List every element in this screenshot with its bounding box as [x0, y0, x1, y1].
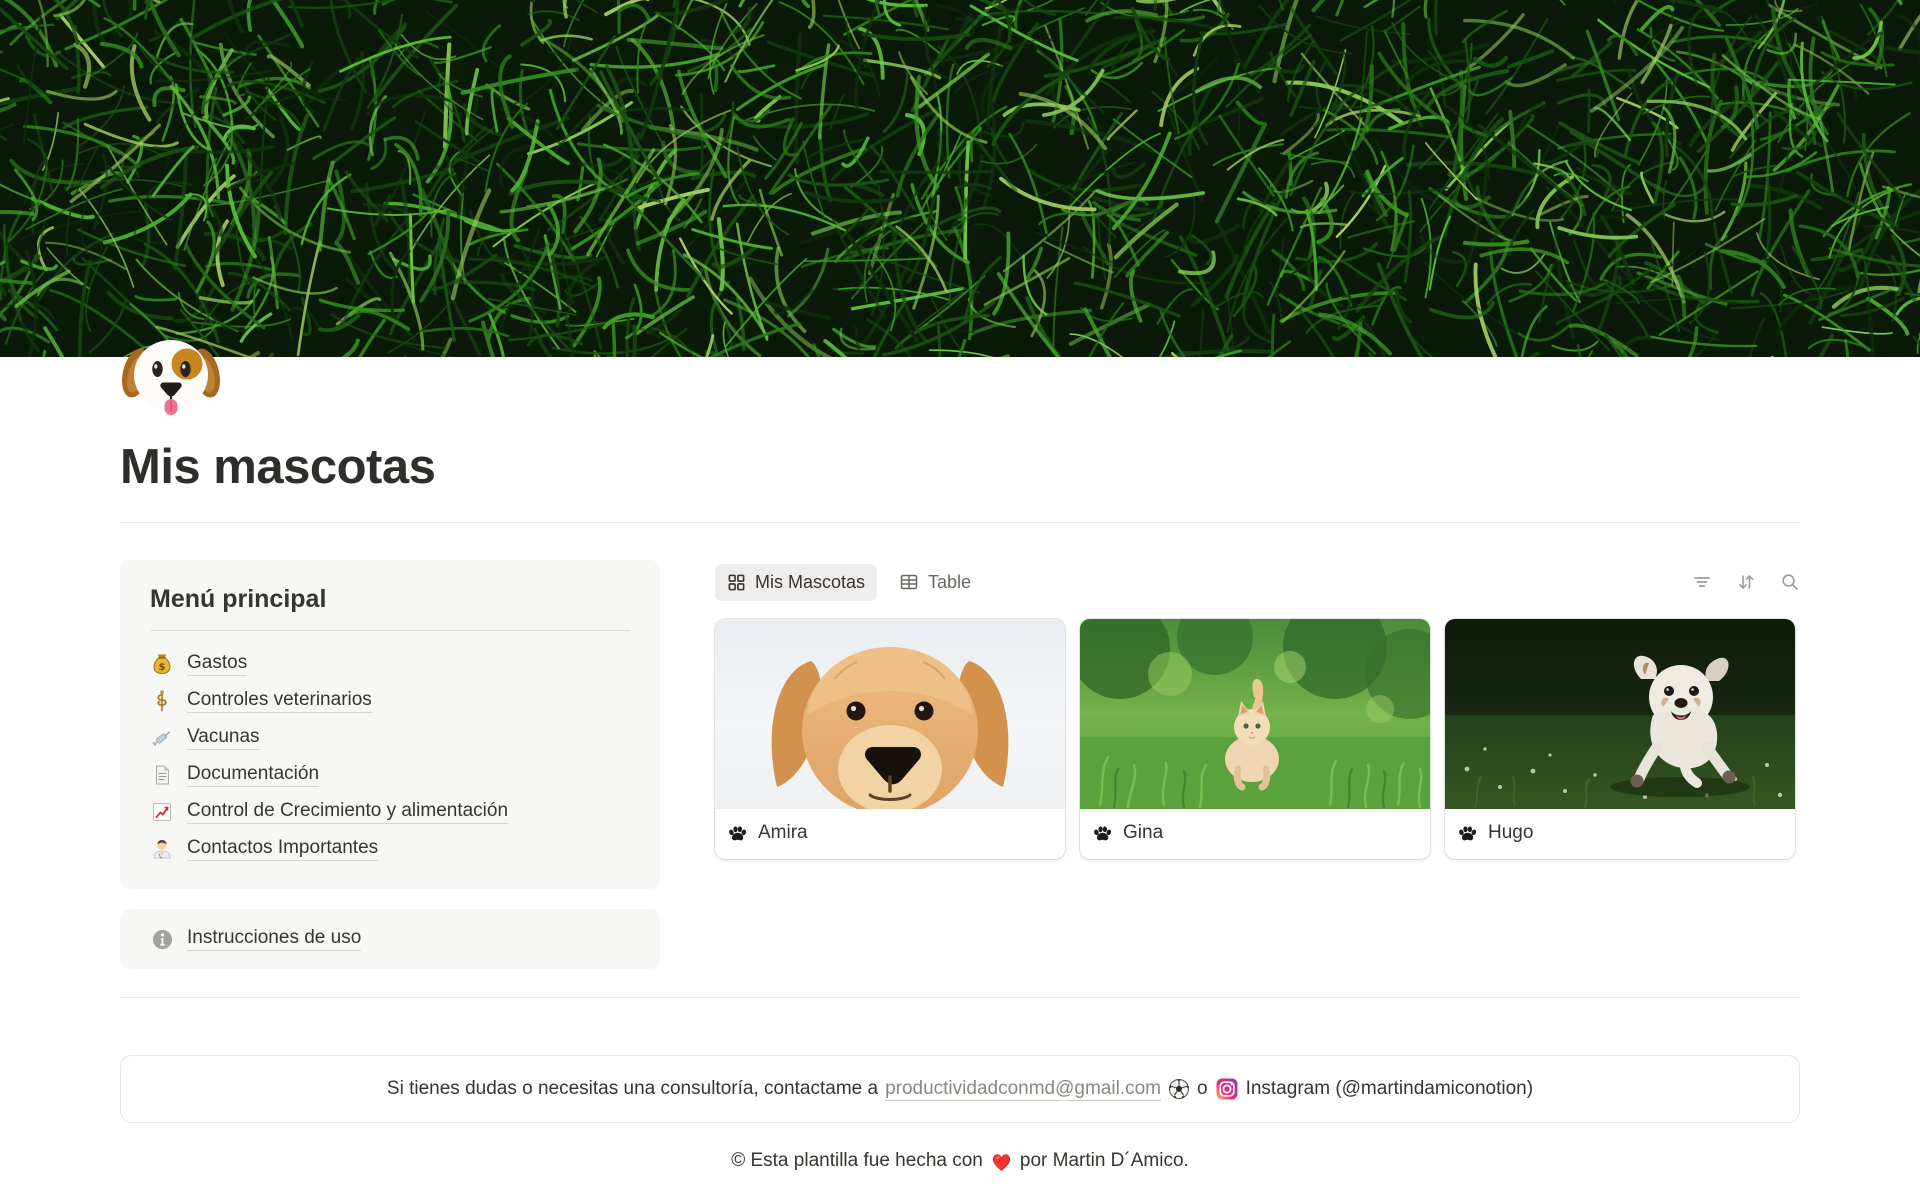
main-menu-box: Menú principal $ Gastos — [120, 560, 660, 889]
right-column: Mis Mascotas Table — [715, 560, 1800, 969]
menu-divider — [150, 630, 630, 631]
menu-item-contactos-importantes[interactable]: Contactos Importantes — [150, 830, 630, 867]
card-hugo[interactable]: Hugo — [1445, 619, 1795, 859]
pet-photo-golden-retriever-puppy — [715, 619, 1065, 809]
contact-callout: Si tienes dudas o necesitas una consulto… — [120, 1055, 1800, 1123]
pet-photo-kitten-walking-in-grass — [1080, 619, 1430, 809]
separator-text: o — [1197, 1078, 1208, 1100]
card-caption: Gina — [1080, 809, 1430, 859]
instructions-box: Instrucciones de uso — [120, 909, 660, 969]
paw-icon — [1092, 823, 1113, 844]
document-icon — [150, 763, 174, 787]
card-caption: Hugo — [1445, 809, 1795, 859]
money-bag-icon: $ — [150, 652, 174, 676]
instagram-link[interactable]: Instagram (@martindamiconotion) — [1246, 1078, 1534, 1100]
menu-link-label[interactable]: Gastos — [187, 652, 247, 676]
notion-page: Mis mascotas Menú principal $ — [0, 0, 1920, 1199]
menu-link-label[interactable]: Instrucciones de uso — [187, 927, 361, 951]
menu-item-documentacion[interactable]: Documentación — [150, 756, 630, 793]
menu-link-label[interactable]: Controles veterinarios — [187, 689, 372, 713]
menu-title: Menú principal — [150, 585, 630, 614]
menu-link-label[interactable]: Control de Crecimiento y alimentación — [187, 800, 508, 824]
sort-icon[interactable] — [1736, 572, 1756, 592]
health-worker-icon — [150, 837, 174, 861]
table-icon — [899, 572, 919, 592]
menu-item-instrucciones[interactable]: Instrucciones de uso — [150, 927, 630, 951]
menu-link-label[interactable]: Documentación — [187, 763, 319, 787]
menu-item-control-crecimiento[interactable]: Control de Crecimiento y alimentación — [150, 793, 630, 830]
heart-icon — [990, 1151, 1013, 1172]
chart-increasing-icon — [150, 800, 174, 824]
left-column: Menú principal $ Gastos — [120, 560, 660, 969]
card-amira[interactable]: Amira — [715, 619, 1065, 859]
pet-name: Amira — [758, 822, 808, 844]
info-icon — [150, 927, 174, 951]
footer-divider — [120, 997, 1800, 998]
tab-label: Table — [928, 572, 971, 593]
page-title: Mis mascotas — [120, 439, 1800, 495]
cover-image — [0, 0, 1920, 357]
svg-text:$: $ — [159, 661, 166, 672]
gallery-cards: Amira — [715, 619, 1800, 859]
page-icon[interactable] — [120, 323, 222, 419]
menu-link-label[interactable]: Contactos Importantes — [187, 837, 378, 861]
email-link[interactable]: productividadconmd@gmail.com — [885, 1078, 1161, 1101]
menu-link-label[interactable]: Vacunas — [187, 726, 260, 750]
credit-line: © Esta plantilla fue hecha con por Marti… — [120, 1150, 1800, 1172]
database-toolbar: Mis Mascotas Table — [715, 560, 1800, 604]
main-columns: Menú principal $ Gastos — [120, 560, 1800, 969]
search-icon[interactable] — [1780, 572, 1800, 592]
card-gina[interactable]: Gina — [1080, 619, 1430, 859]
menu-item-gastos[interactable]: $ Gastos — [150, 645, 630, 682]
grass-texture — [0, 0, 1920, 357]
pet-name: Gina — [1123, 822, 1163, 844]
contact-text: Si tienes dudas o necesitas una consulto… — [387, 1078, 878, 1100]
credit-text-prefix: © Esta plantilla fue hecha con — [731, 1150, 983, 1172]
toolbar-actions — [1692, 572, 1800, 592]
paw-icon — [1457, 823, 1478, 844]
tab-label: Mis Mascotas — [755, 572, 865, 593]
tab-mis-mascotas[interactable]: Mis Mascotas — [715, 564, 877, 601]
medical-symbol-icon — [150, 689, 174, 713]
credit-text-suffix: por Martin D´Amico. — [1020, 1150, 1189, 1172]
gallery-icon — [727, 573, 746, 592]
instagram-icon — [1215, 1077, 1239, 1101]
syringe-icon — [150, 726, 174, 750]
tab-table[interactable]: Table — [893, 564, 977, 601]
pet-photo-white-fluffy-dog-running — [1445, 619, 1795, 809]
card-caption: Amira — [715, 809, 1065, 859]
menu-item-controles-veterinarios[interactable]: Controles veterinarios — [150, 682, 630, 719]
title-divider — [120, 522, 1800, 523]
menu-item-vacunas[interactable]: Vacunas — [150, 719, 630, 756]
filter-icon[interactable] — [1692, 572, 1712, 592]
dog-face-emoji-icon — [120, 323, 222, 419]
pet-name: Hugo — [1488, 822, 1533, 844]
paw-icon — [727, 823, 748, 844]
soccer-ball-icon — [1168, 1078, 1190, 1100]
